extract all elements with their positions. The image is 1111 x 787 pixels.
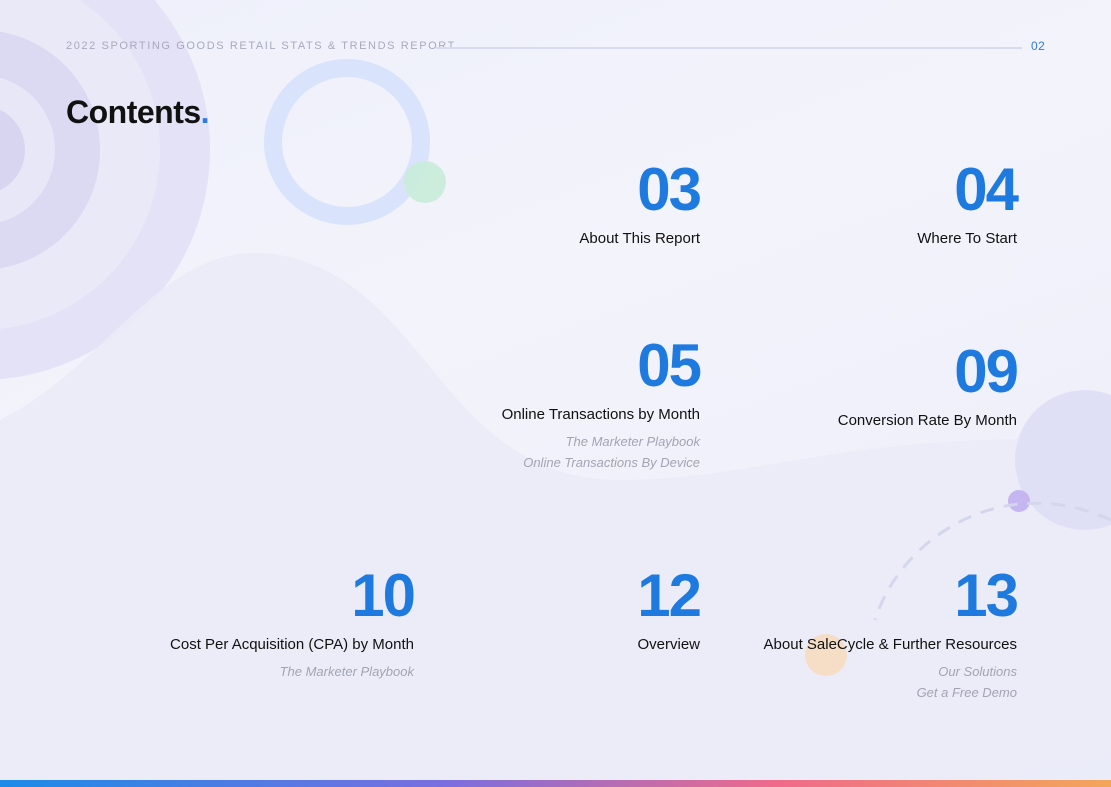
bg-purple-dot (1008, 490, 1030, 512)
toc-sub-item-text[interactable]: Online Transactions By Device (523, 455, 700, 470)
toc-entry-label[interactable]: Online Transactions by Month (380, 406, 700, 423)
toc-sub-item[interactable]: Our Solutions Get a Free Demo (697, 661, 1017, 703)
toc-entry-online-transactions[interactable]: 05 Online Transactions by Month The Mark… (380, 332, 702, 473)
toc-entry-conversion-rate[interactable]: 09 Conversion Rate By Month (697, 338, 1019, 430)
toc-entry-about-report[interactable]: 03 About This Report (380, 156, 702, 248)
toc-entry-cpa[interactable]: 10 Cost Per Acquisition (CPA) by Month T… (94, 562, 416, 682)
toc-page-number: 10 (351, 562, 416, 629)
header-divider (436, 47, 1022, 49)
toc-entry-label[interactable]: About SaleCycle & Further Resources (697, 636, 1017, 653)
toc-sub-item[interactable]: The Marketer Playbook Online Transactions… (380, 431, 700, 473)
toc-entry-overview[interactable]: 12 Overview (380, 562, 702, 654)
toc-page-number: 12 (637, 562, 702, 629)
report-header-title: 2022 SPORTING GOODS RETAIL STATS & TREND… (66, 40, 456, 52)
page-title-text: Contents (66, 94, 201, 130)
page-title: Contents. (66, 94, 210, 131)
toc-sub-item-text[interactable]: The Marketer Playbook (566, 434, 700, 449)
gradient-footer-bar (0, 780, 1111, 787)
page-number: 02 (1031, 39, 1046, 53)
toc-page-number: 13 (954, 562, 1019, 629)
toc-page-number: 09 (954, 338, 1019, 405)
toc-sub-item-text[interactable]: The Marketer Playbook (280, 664, 414, 679)
toc-entry-label[interactable]: About This Report (380, 230, 700, 247)
page-title-dot: . (200, 94, 210, 130)
contents-page: 2022 SPORTING GOODS RETAIL STATS & TREND… (0, 0, 1111, 787)
toc-page-number: 04 (954, 156, 1019, 223)
toc-sub-item-text[interactable]: Get a Free Demo (917, 685, 1017, 700)
toc-page-number: 05 (637, 332, 702, 399)
toc-entry-label[interactable]: Conversion Rate By Month (697, 412, 1017, 429)
bg-wave (0, 252, 1111, 787)
toc-sub-item-text[interactable]: Our Solutions (938, 664, 1017, 679)
toc-entry-where-to-start[interactable]: 04 Where To Start (697, 156, 1019, 248)
toc-entry-about-salecycle[interactable]: 13 About SaleCycle & Further Resources O… (697, 562, 1019, 703)
toc-page-number: 03 (637, 156, 702, 223)
toc-entry-label[interactable]: Where To Start (697, 230, 1017, 247)
toc-entry-label[interactable]: Cost Per Acquisition (CPA) by Month (94, 636, 414, 653)
toc-sub-item[interactable]: The Marketer Playbook (94, 661, 414, 682)
toc-entry-label[interactable]: Overview (380, 636, 700, 653)
